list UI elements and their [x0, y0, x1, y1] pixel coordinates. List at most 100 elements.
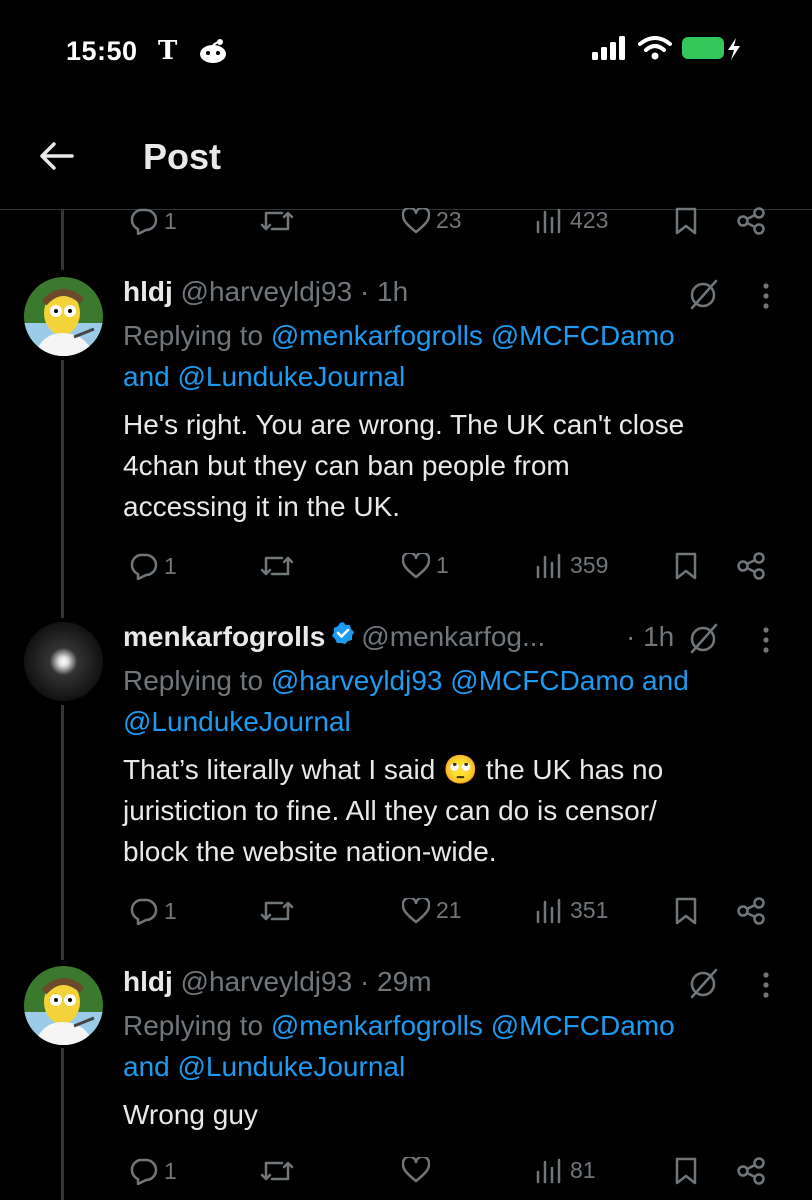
tweet-text: Wrong guy	[123, 1099, 258, 1130]
tweet-header: menkarfogrolls @menkarfog...	[123, 616, 545, 659]
tweet-text: 4chan but they can ban people from	[123, 450, 570, 481]
eye-roll-emoji: 🙄	[443, 754, 478, 785]
share-button[interactable]	[736, 1157, 766, 1185]
battery-icon	[682, 37, 724, 59]
display-name[interactable]: hldj	[123, 276, 173, 307]
cellular-signal-icon	[592, 36, 628, 65]
like-count: 1	[436, 552, 449, 578]
replying-to-label: Replying to	[123, 665, 264, 696]
nyt-app-icon: T	[158, 36, 178, 66]
replying-to: Replying to @harveyldj93 @MCFCDamo and	[123, 660, 689, 701]
views-button[interactable]: 81	[536, 1157, 596, 1184]
tweet-text: That’s literally what I said 🙄 the UK ha…	[123, 749, 663, 790]
status-time: 15:50	[66, 36, 138, 66]
user-handle[interactable]: @harveyldj93	[181, 966, 353, 997]
tweet-time: · 29m	[359, 966, 432, 997]
tweet-actions: 1 81	[128, 1157, 768, 1185]
grok-icon[interactable]	[688, 278, 720, 315]
grok-icon[interactable]	[688, 967, 720, 1004]
tweet-text-part: the UK has no	[485, 754, 664, 785]
tweet-time-wrap: · 1h	[626, 616, 674, 657]
reply-count: 1	[164, 1157, 177, 1184]
tweet-time: · 1h	[359, 276, 409, 307]
thread-line	[61, 1048, 64, 1200]
grok-icon[interactable]	[688, 622, 720, 659]
replying-to-cont: and @LundukeJournal	[123, 356, 405, 397]
mentioned-users[interactable]: @harveyldj93 @MCFCDamo	[271, 665, 634, 696]
views-button[interactable]: 423	[536, 207, 608, 234]
tweet-text: juristiction to fine. All they can do is…	[123, 795, 657, 826]
reply-button[interactable]: 1	[128, 1157, 177, 1185]
mentioned-user[interactable]: @LundukeJournal	[123, 706, 351, 737]
like-button[interactable]	[402, 1157, 436, 1183]
tweet-time: · 1h	[626, 621, 675, 652]
user-handle[interactable]: @menkarfog...	[361, 621, 545, 652]
bookmark-button[interactable]	[674, 207, 698, 235]
repost-button[interactable]	[260, 897, 294, 925]
thread-line	[61, 705, 64, 960]
replying-to-cont: @LundukeJournal	[123, 701, 351, 742]
reply-count: 1	[164, 552, 177, 579]
tweet-actions: 1 1 359	[128, 552, 768, 580]
tweet-actions: 1 23 423	[128, 207, 768, 235]
replying-to: Replying to @menkarfogrolls @MCFCDamo	[123, 1005, 675, 1046]
reply-and[interactable]: and	[123, 1051, 170, 1082]
tweet-actions: 1 21 351	[128, 897, 768, 925]
like-count: 23	[436, 207, 462, 233]
view-count: 359	[570, 552, 609, 578]
more-options-icon[interactable]	[762, 971, 770, 1004]
verified-badge-icon	[331, 615, 355, 656]
repost-button[interactable]	[260, 207, 294, 235]
bookmark-button[interactable]	[674, 1157, 698, 1185]
share-button[interactable]	[736, 552, 766, 580]
repost-button[interactable]	[260, 1157, 294, 1185]
replying-to: Replying to @menkarfogrolls @MCFCDamo	[123, 315, 675, 356]
tweet-text: He's right. You are wrong. The UK can't …	[123, 409, 685, 440]
reply-and[interactable]: and	[642, 665, 689, 696]
like-button[interactable]: 23	[402, 207, 462, 234]
mentioned-user[interactable]: @LundukeJournal	[178, 1051, 406, 1082]
charging-bolt-icon	[726, 38, 742, 65]
more-options-icon[interactable]	[762, 282, 770, 315]
replying-to-label: Replying to	[123, 1010, 264, 1041]
share-button[interactable]	[736, 207, 766, 235]
like-button[interactable]: 1	[402, 552, 449, 579]
share-button[interactable]	[736, 897, 766, 925]
reply-count: 1	[164, 897, 177, 924]
tweet-text-part: That’s literally what I said	[123, 754, 436, 785]
display-name[interactable]: menkarfogrolls	[123, 621, 325, 652]
view-count: 351	[570, 897, 609, 923]
mentioned-users[interactable]: @menkarfogrolls @MCFCDamo	[271, 320, 675, 351]
thread-line	[61, 210, 64, 270]
bookmark-button[interactable]	[674, 897, 698, 925]
back-arrow-icon[interactable]	[36, 136, 76, 181]
reply-button[interactable]: 1	[128, 552, 177, 580]
avatar[interactable]	[24, 622, 103, 701]
avatar[interactable]	[24, 277, 103, 356]
like-button[interactable]: 21	[402, 897, 462, 924]
tweet-header: hldj @harveyldj93 · 1h	[123, 271, 408, 312]
bookmark-button[interactable]	[674, 552, 698, 580]
page-title: Post	[143, 136, 222, 177]
more-options-icon[interactable]	[762, 626, 770, 659]
user-handle[interactable]: @harveyldj93	[181, 276, 353, 307]
reply-button[interactable]: 1	[128, 207, 177, 235]
display-name[interactable]: hldj	[123, 966, 173, 997]
repost-button[interactable]	[260, 552, 294, 580]
tweet-header: hldj @harveyldj93 · 29m	[123, 961, 432, 1002]
like-count: 21	[436, 897, 462, 923]
thread-line	[61, 360, 64, 618]
view-count: 423	[570, 207, 609, 233]
view-count: 81	[570, 1157, 596, 1183]
views-button[interactable]: 351	[536, 897, 608, 924]
views-button[interactable]: 359	[536, 552, 608, 579]
tweet-text: block the website nation-wide.	[123, 836, 497, 867]
reply-button[interactable]: 1	[128, 897, 177, 925]
avatar[interactable]	[24, 966, 103, 1045]
mentioned-user[interactable]: @LundukeJournal	[178, 361, 406, 392]
mentioned-users[interactable]: @menkarfogrolls @MCFCDamo	[271, 1010, 675, 1041]
replying-to-cont: and @LundukeJournal	[123, 1046, 405, 1087]
replying-to-label: Replying to	[123, 320, 264, 351]
reply-and[interactable]: and	[123, 361, 170, 392]
wifi-icon	[638, 36, 672, 65]
